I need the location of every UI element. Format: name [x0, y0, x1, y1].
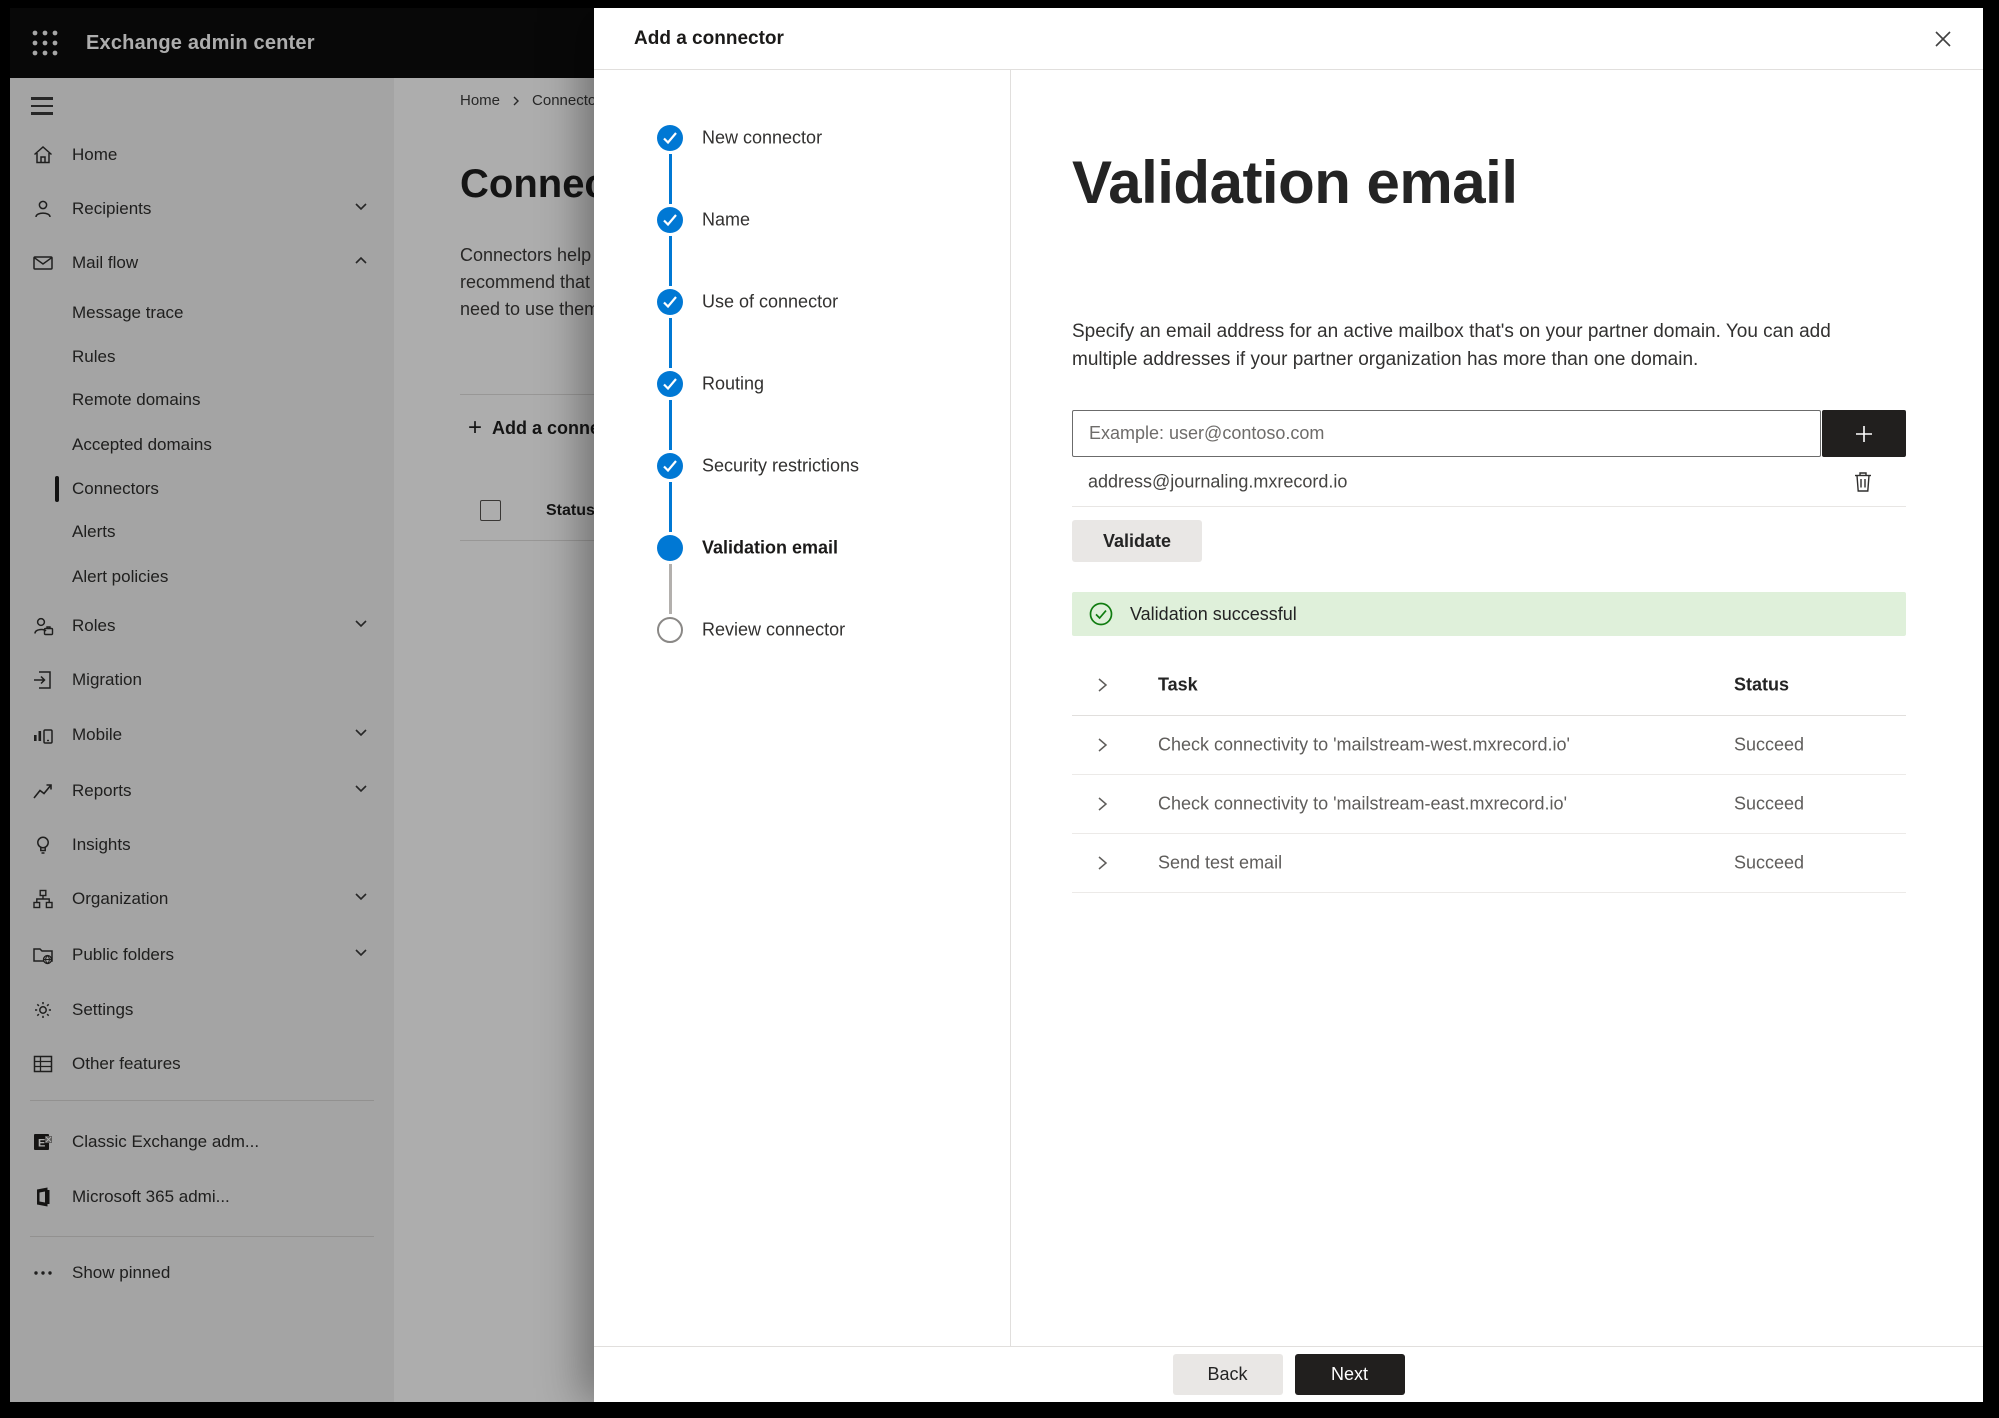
- step-completed-check-icon: [657, 125, 683, 151]
- step-label: Routing: [702, 373, 765, 394]
- table-row[interactable]: Check connectivity to 'mailstream-east.m…: [1072, 775, 1906, 834]
- task-cell: Check connectivity to 'mailstream-east.m…: [1158, 793, 1568, 814]
- validation-results-table: Task Status Check connectivity to 'mailstr…: [1072, 654, 1906, 893]
- delete-address-icon[interactable]: [1846, 465, 1880, 499]
- results-header-row: Task Status: [1072, 654, 1906, 716]
- close-icon[interactable]: [1925, 21, 1961, 57]
- step-completed-check-icon: [657, 289, 683, 315]
- add-connector-panel: Add a connector New connector Name Use of …: [594, 8, 1983, 1402]
- step-connector-line: [668, 236, 672, 286]
- status-cell: Succeed: [1734, 793, 1805, 814]
- step-upcoming-circle-icon: [657, 617, 683, 643]
- banner-text: Validation successful: [1130, 603, 1297, 624]
- step-label: Name: [702, 209, 751, 230]
- step-connector-line: [668, 154, 672, 204]
- status-column-header: Status: [1734, 674, 1790, 694]
- step-connector-line: [668, 482, 672, 532]
- validate-button[interactable]: Validate: [1072, 520, 1202, 562]
- step-completed-check-icon: [657, 207, 683, 233]
- panel-title: Add a connector: [634, 28, 784, 49]
- task-cell: Send test email: [1158, 852, 1283, 873]
- step-connector-line: [668, 564, 672, 614]
- step-label: Use of connector: [702, 291, 839, 312]
- status-cell: Succeed: [1734, 734, 1805, 755]
- step-heading: Validation email: [1072, 149, 1518, 216]
- step-current-dot-icon: [657, 535, 683, 561]
- back-button[interactable]: Back: [1172, 1354, 1283, 1395]
- add-address-button[interactable]: [1822, 410, 1906, 457]
- added-address-row: address@journaling.mxrecord.io: [1072, 458, 1906, 506]
- added-address: address@journaling.mxrecord.io: [1088, 471, 1348, 492]
- table-row[interactable]: Send test email Succeed: [1072, 834, 1906, 893]
- next-button[interactable]: Next: [1294, 1354, 1405, 1395]
- step-label: Security restrictions: [702, 455, 860, 476]
- chevron-right-icon[interactable]: [1094, 735, 1110, 755]
- stepper-divider: [1010, 70, 1011, 1346]
- validation-success-banner: Validation successful: [1072, 592, 1906, 636]
- step-label: New connector: [702, 127, 823, 148]
- step-connector-line: [668, 318, 672, 368]
- step-label: Review connector: [702, 619, 846, 640]
- panel-header: Add a connector: [594, 8, 1983, 70]
- task-cell: Check connectivity to 'mailstream-west.m…: [1158, 734, 1570, 755]
- task-column-header: Task: [1158, 674, 1198, 694]
- screenshot-frame: Exchange admin center Home Recipients Mail…: [0, 0, 1999, 1418]
- table-row[interactable]: Check connectivity to 'mailstream-west.m…: [1072, 716, 1906, 775]
- exchange-admin-window: Exchange admin center Home Recipients Mail…: [10, 8, 1983, 1402]
- step-connector-line: [668, 400, 672, 450]
- chevron-right-icon[interactable]: [1094, 675, 1110, 695]
- email-address-input[interactable]: [1072, 410, 1821, 457]
- chevron-right-icon[interactable]: [1094, 794, 1110, 814]
- step-completed-check-icon: [657, 453, 683, 479]
- step-label: Validation email: [702, 537, 839, 558]
- step-completed-check-icon: [657, 371, 683, 397]
- panel-footer: Back Next: [594, 1346, 1983, 1402]
- plus-icon: [1856, 425, 1872, 442]
- step-description: Specify an email address for an active m…: [1072, 321, 1831, 370]
- status-cell: Succeed: [1734, 852, 1805, 873]
- chevron-right-icon[interactable]: [1094, 853, 1110, 873]
- divider: [1072, 506, 1906, 507]
- success-check-icon: [1088, 601, 1114, 627]
